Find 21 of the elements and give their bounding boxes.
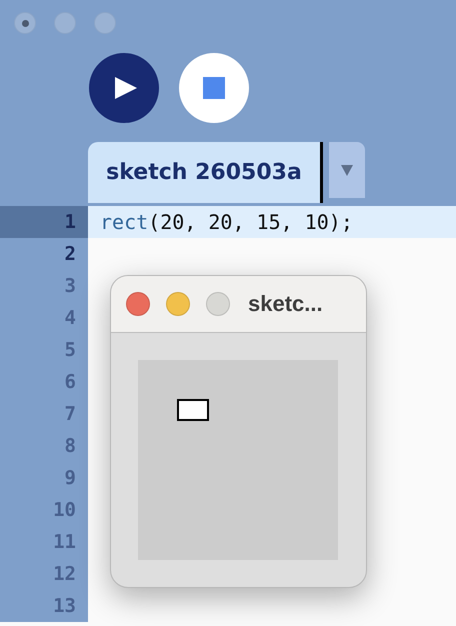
line-number: 7 <box>0 398 88 430</box>
close-button[interactable] <box>14 12 36 34</box>
line-number: 3 <box>0 270 88 302</box>
stop-icon <box>203 77 225 99</box>
tab-menu-button[interactable] <box>329 142 365 198</box>
line-number: 2 <box>0 238 88 270</box>
line-number: 8 <box>0 430 88 462</box>
line-number: 11 <box>0 526 88 558</box>
line-number: 12 <box>0 558 88 590</box>
code-line: rect(20, 20, 15, 10); <box>100 210 353 234</box>
line-number: 1 <box>0 206 88 238</box>
line-number: 5 <box>0 334 88 366</box>
line-number: 10 <box>0 494 88 526</box>
play-icon <box>115 77 137 99</box>
line-number: 4 <box>0 302 88 334</box>
window-title: sketc... <box>248 291 323 317</box>
caret-icon <box>341 164 353 176</box>
editor-tab[interactable]: sketch 260503a <box>88 142 323 203</box>
line-number: 6 <box>0 366 88 398</box>
line-number: 13 <box>0 590 88 622</box>
line-number: 9 <box>0 462 88 494</box>
